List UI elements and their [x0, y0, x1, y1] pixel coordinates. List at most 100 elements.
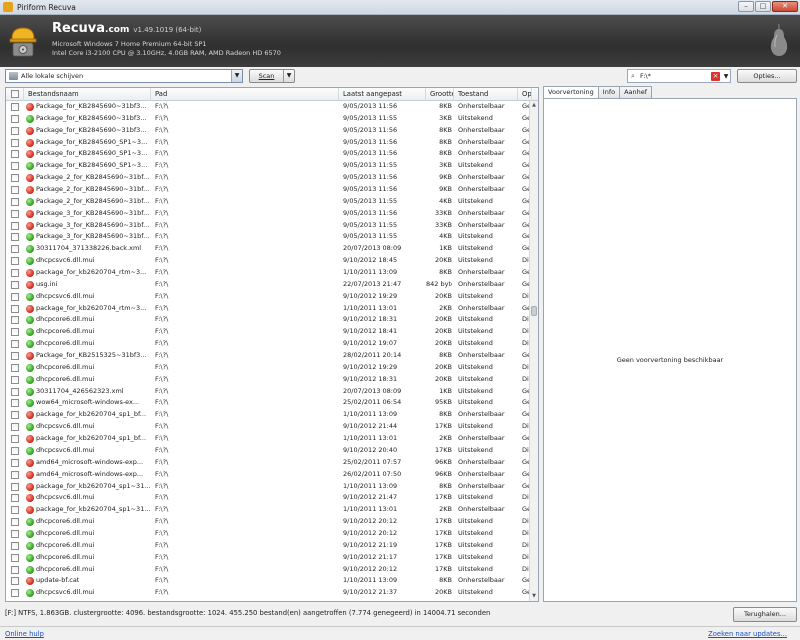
table-row[interactable]: dhcpcore6.dll.mui F:\?\ 9/10/2012 21:19 17K… [6, 540, 530, 552]
table-row[interactable]: dhcpcsvc6.dll.mui F:\?\ 9/10/2012 21:47 17K… [6, 492, 530, 504]
select-all-column[interactable] [6, 88, 24, 101]
row-checkbox[interactable] [11, 304, 19, 313]
table-row[interactable]: dhcpcsvc6.dll.mui F:\?\ 9/10/2012 20:40 17K… [6, 445, 530, 457]
row-checkbox[interactable] [11, 269, 19, 278]
scroll-up-icon[interactable]: ▲ [530, 101, 538, 110]
table-row[interactable]: dhcpcore6.dll.mui F:\?\ 9/10/2012 18:31 20K… [6, 314, 530, 326]
column-header-path[interactable]: Pad [151, 88, 339, 101]
tab-info[interactable]: Info [597, 86, 621, 98]
row-checkbox[interactable] [11, 541, 19, 550]
row-checkbox[interactable] [11, 352, 19, 361]
filename-filter-input[interactable]: ⌕ F:\* × ▼ [627, 69, 731, 83]
row-checkbox[interactable] [11, 209, 19, 218]
table-row[interactable]: dhcpcsvc6.dll.mui F:\?\ 9/10/2012 19:29 20K… [6, 291, 530, 303]
table-row[interactable]: Package_for_KB2845690_SP1~3... F:\?\ 9/05/… [6, 137, 530, 149]
row-checkbox[interactable] [11, 221, 19, 230]
column-header-state[interactable]: Toestand [454, 88, 518, 101]
column-header-size[interactable]: Grootte [426, 88, 454, 101]
filter-dropdown-icon[interactable]: ▼ [722, 73, 730, 80]
maximize-button[interactable]: □ [755, 1, 771, 12]
table-row[interactable]: Package_for_KB2845690~31bf3... F:\?\ 9/05/… [6, 113, 530, 125]
row-checkbox[interactable] [11, 150, 19, 159]
drive-select[interactable]: Alle lokale schijven ▼ [5, 69, 243, 83]
clear-filter-icon[interactable]: × [711, 71, 720, 81]
row-checkbox[interactable] [11, 565, 19, 574]
table-row[interactable]: wow64_microsoft-windows-ex... F:\?\ 25/02/… [6, 397, 530, 409]
table-row[interactable]: Package_2_for_KB2845690~31bf... F:\?\ 9/05… [6, 196, 530, 208]
row-checkbox[interactable] [11, 363, 19, 372]
scrollbar-thumb[interactable] [531, 306, 537, 316]
table-row[interactable]: dhcpcore6.dll.mui F:\?\ 9/10/2012 18:41 20K… [6, 326, 530, 338]
minimize-button[interactable]: – [738, 1, 754, 12]
row-checkbox[interactable] [11, 482, 19, 491]
row-checkbox[interactable] [11, 458, 19, 467]
row-checkbox[interactable] [11, 435, 19, 444]
table-row[interactable]: Package_for_KB2845690_SP1~3... F:\?\ 9/05/… [6, 160, 530, 172]
row-checkbox[interactable] [11, 340, 19, 349]
close-button[interactable]: ✕ [772, 1, 798, 12]
table-row[interactable]: Package_for_KB2515325~31bf3... F:\?\ 28/02… [6, 350, 530, 362]
tab-header[interactable]: Aanhef [619, 86, 653, 98]
table-row[interactable]: dhcpcore6.dll.mui F:\?\ 9/10/2012 19:29 20K… [6, 362, 530, 374]
check-updates-link[interactable]: Zoeken naar updates... [708, 630, 787, 638]
column-header-modified[interactable]: Laatst aangepast [339, 88, 426, 101]
row-checkbox[interactable] [11, 577, 19, 586]
table-row[interactable]: dhcpcsvc6.dll.mui F:\?\ 9/10/2012 21:37 20K… [6, 587, 530, 599]
table-row[interactable]: usg.ini F:\?\ 22/07/2013 21:47 842 bytes Onh… [6, 279, 530, 291]
row-checkbox[interactable] [11, 470, 19, 479]
row-checkbox[interactable] [11, 162, 19, 171]
row-checkbox[interactable] [11, 328, 19, 337]
row-checkbox[interactable] [11, 375, 19, 384]
row-checkbox[interactable] [11, 103, 19, 111]
table-row[interactable]: dhcpcsvc6.dll.mui F:\?\ 9/10/2012 21:44 17K… [6, 421, 530, 433]
table-row[interactable]: Package_2_for_KB2845690~31bf... F:\?\ 9/05… [6, 184, 530, 196]
table-row[interactable]: package_for_kb2620704_sp1~31... F:\?\ 1/10… [6, 481, 530, 493]
row-checkbox[interactable] [11, 399, 19, 408]
table-row[interactable]: package_for_kb2620704_sp1~31... F:\?\ 1/10… [6, 504, 530, 516]
table-row[interactable]: package_for_kb2620704_sp1_bf... F:\?\ 1/10… [6, 433, 530, 445]
row-checkbox[interactable] [11, 494, 19, 503]
scan-button[interactable]: Scan ▼ [249, 69, 295, 83]
scan-dropdown-icon[interactable]: ▼ [283, 70, 294, 82]
row-checkbox[interactable] [11, 411, 19, 420]
table-row[interactable]: package_for_kb2620704_rtm~3... F:\?\ 1/10/… [6, 303, 530, 315]
row-checkbox[interactable] [11, 387, 19, 396]
table-row[interactable]: dhcpcore6.dll.mui F:\?\ 9/10/2012 20:12 17K… [6, 564, 530, 576]
table-row[interactable]: dhcpcore6.dll.mui F:\?\ 9/10/2012 19:07 20K… [6, 338, 530, 350]
table-row[interactable]: amd64_microsoft-windows-exp... F:\?\ 25/02… [6, 457, 530, 469]
table-row[interactable]: 30311704_371338226.back.xml F:\?\ 20/07/20… [6, 243, 530, 255]
recover-button[interactable]: Terughalen... [733, 607, 797, 622]
row-checkbox[interactable] [11, 197, 19, 206]
chevron-down-icon[interactable]: ▼ [231, 70, 242, 82]
row-checkbox[interactable] [11, 446, 19, 455]
row-checkbox[interactable] [11, 257, 19, 266]
table-row[interactable]: dhcpcore6.dll.mui F:\?\ 9/10/2012 20:12 17K… [6, 528, 530, 540]
online-help-link[interactable]: Online hulp [5, 630, 44, 638]
row-checkbox[interactable] [11, 589, 19, 598]
table-row[interactable]: package_for_kb2620704_sp1_bf... F:\?\ 1/10… [6, 409, 530, 421]
row-checkbox[interactable] [11, 423, 19, 432]
table-row[interactable]: Package_for_KB2845690~31bf3... F:\?\ 9/05/… [6, 101, 530, 113]
row-checkbox[interactable] [11, 245, 19, 254]
scroll-down-icon[interactable]: ▼ [530, 592, 538, 601]
row-checkbox[interactable] [11, 138, 19, 147]
table-row[interactable]: Package_2_for_KB2845690~31bf... F:\?\ 9/05… [6, 172, 530, 184]
table-row[interactable]: Package_for_KB2845690~31bf3... F:\?\ 9/05/… [6, 125, 530, 137]
column-header-name[interactable]: Bestandsnaam [24, 88, 151, 101]
table-row[interactable]: Package_3_for_KB2845690~31bf... F:\?\ 9/05… [6, 231, 530, 243]
row-checkbox[interactable] [11, 126, 19, 135]
vertical-scrollbar[interactable]: ▲ ▼ [529, 101, 538, 601]
column-header-more[interactable]: Op [518, 88, 532, 101]
row-checkbox[interactable] [11, 316, 19, 325]
table-row[interactable]: package_for_kb2620704_rtm~3... F:\?\ 1/10/… [6, 267, 530, 279]
table-row[interactable]: Package_for_KB2845690_SP1~3... F:\?\ 9/05/… [6, 148, 530, 160]
row-checkbox[interactable] [11, 518, 19, 527]
row-checkbox[interactable] [11, 553, 19, 562]
row-checkbox[interactable] [11, 174, 19, 183]
table-row[interactable]: update-bf.cat F:\?\ 1/10/2011 13:09 8KB Onhe… [6, 575, 530, 587]
options-button[interactable]: Opties... [737, 69, 797, 83]
table-row[interactable]: Package_3_for_KB2845690~31bf... F:\?\ 9/05… [6, 208, 530, 220]
select-all-checkbox[interactable] [11, 90, 19, 98]
table-row[interactable]: dhcpcore6.dll.mui F:\?\ 9/10/2012 21:17 17K… [6, 552, 530, 564]
table-row[interactable]: dhcpcore6.dll.mui F:\?\ 9/10/2012 18:31 20K… [6, 374, 530, 386]
